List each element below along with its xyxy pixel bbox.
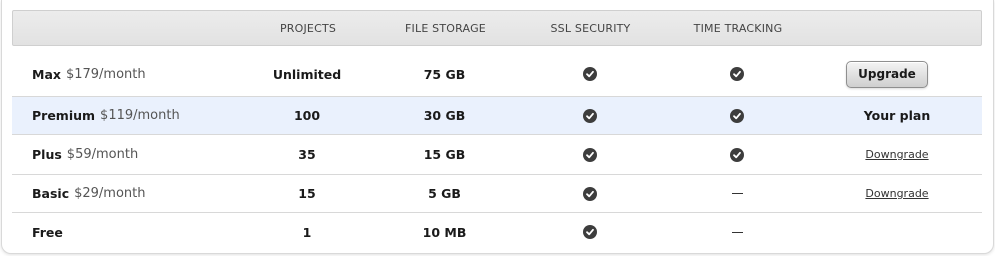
plan-name: Plus	[32, 147, 62, 162]
downgrade-link[interactable]: Downgrade	[865, 187, 928, 200]
projects-value: 100	[293, 108, 321, 123]
storage-value: 30 GB	[423, 108, 466, 123]
downgrade-link[interactable]: Downgrade	[865, 148, 928, 161]
table-row-free: Free 1 10 MB	[12, 213, 982, 251]
table-row-premium: Premium $119/month 100 30 GB Your plan	[12, 97, 982, 135]
plan-name: Max	[32, 66, 61, 82]
check-icon	[730, 147, 744, 162]
action-cell: Upgrade	[822, 52, 952, 96]
ssl-cell	[527, 213, 652, 251]
table-header: PROJECTS FILE STORAGE SSL SECURITY TIME …	[12, 10, 982, 46]
current-plan-label: Your plan	[863, 108, 931, 123]
plan-label: Plus $59/month	[12, 135, 252, 174]
plan-price: $179/month	[65, 66, 146, 82]
ssl-cell	[527, 135, 652, 174]
projects-value: Unlimited	[272, 66, 342, 82]
dash-icon	[731, 231, 743, 233]
plan-label: Max $179/month	[12, 52, 252, 96]
time-tracking-cell	[672, 97, 802, 134]
plan-label: Premium $119/month	[12, 97, 252, 134]
plan-name: Free	[32, 224, 63, 240]
check-icon	[582, 108, 597, 123]
upgrade-button[interactable]: Upgrade	[846, 60, 928, 88]
table-row-plus: Plus $59/month 35 15 GB Downgrade	[12, 135, 982, 175]
table-row-max: Max $179/month Unlimited 75 GB Upgrade	[12, 52, 982, 97]
time-tracking-cell	[672, 213, 802, 251]
plan-label: Basic $29/month	[12, 175, 252, 212]
plan-name: Premium	[32, 108, 96, 123]
pricing-table: PROJECTS FILE STORAGE SSL SECURITY TIME …	[1, 0, 994, 254]
check-icon	[582, 225, 597, 239]
check-icon	[582, 67, 597, 81]
projects-value: 15	[298, 186, 316, 201]
dash-icon	[731, 193, 743, 194]
check-icon	[730, 108, 744, 123]
header-ssl-security: SSL SECURITY	[550, 22, 631, 35]
plan-price: $59/month	[66, 147, 139, 162]
projects-value: 35	[298, 147, 316, 162]
time-tracking-cell	[672, 52, 802, 96]
header-file-storage: FILE STORAGE	[405, 22, 486, 35]
projects-value: 1	[302, 224, 312, 240]
action-cell: Your plan	[822, 97, 972, 134]
ssl-cell	[527, 175, 652, 212]
plan-name: Basic	[32, 186, 70, 201]
ssl-cell	[527, 97, 652, 134]
time-tracking-cell	[672, 135, 802, 174]
action-cell: Downgrade	[822, 135, 972, 174]
storage-value: 10 MB	[422, 224, 467, 240]
check-icon	[730, 67, 744, 81]
plan-price: $119/month	[100, 108, 180, 123]
table-row-basic: Basic $29/month 15 5 GB Downgrade	[12, 175, 982, 213]
ssl-cell	[527, 52, 652, 96]
storage-value: 15 GB	[423, 147, 466, 162]
check-icon	[582, 147, 597, 162]
storage-value: 5 GB	[428, 186, 461, 201]
storage-value: 75 GB	[423, 66, 466, 82]
check-icon	[582, 186, 597, 201]
time-tracking-cell	[672, 175, 802, 212]
action-cell: Downgrade	[822, 175, 972, 212]
plan-label: Free	[12, 213, 252, 251]
header-projects: PROJECTS	[279, 22, 337, 35]
plan-price: $29/month	[74, 186, 146, 201]
header-time-tracking: TIME TRACKING	[693, 22, 783, 35]
